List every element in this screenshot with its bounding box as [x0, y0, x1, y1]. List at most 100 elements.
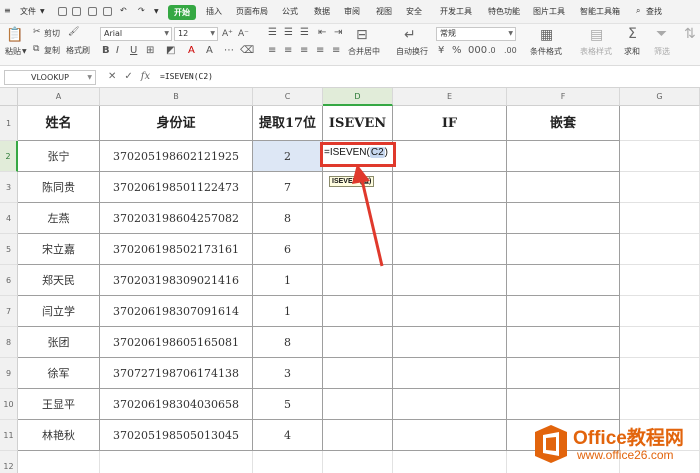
empty-cell[interactable] [323, 389, 393, 420]
increase-font-icon[interactable]: A⁺ [222, 29, 233, 39]
chevron-down-icon[interactable]: ▼ [22, 48, 27, 55]
wrap-text-icon[interactable]: ↵ [404, 28, 416, 42]
increase-decimal-icon[interactable]: .0 [488, 46, 496, 56]
sum-button[interactable]: 求和 [624, 46, 640, 57]
table-style-button[interactable]: 表格样式 [580, 46, 612, 57]
empty-cell[interactable] [323, 234, 393, 265]
empty-cell[interactable] [620, 234, 700, 265]
wrap-text-button[interactable]: 自动换行 [396, 46, 428, 57]
empty-cell[interactable] [507, 141, 620, 172]
digit-cell[interactable]: 1 [253, 296, 323, 327]
empty-cell[interactable] [100, 451, 253, 473]
id-cell[interactable]: 370206198304030658 [100, 389, 253, 420]
digit-cell[interactable]: 6 [253, 234, 323, 265]
column-header-g[interactable]: G [620, 88, 700, 106]
empty-cell[interactable] [393, 296, 507, 327]
digit-cell[interactable]: 8 [253, 327, 323, 358]
header-cell-nested[interactable]: 嵌套 [507, 106, 620, 141]
id-cell[interactable]: 370206198502173161 [100, 234, 253, 265]
tab-data[interactable]: 数据 [314, 6, 330, 17]
empty-cell[interactable] [323, 451, 393, 473]
row-header-9[interactable]: 9 [0, 358, 18, 389]
empty-cell[interactable] [620, 389, 700, 420]
table-style-icon[interactable]: ▤ [590, 28, 603, 42]
fill-color-icon[interactable]: ◩ [166, 46, 175, 56]
digit-cell[interactable]: 3 [253, 358, 323, 389]
empty-cell[interactable] [323, 296, 393, 327]
empty-cell[interactable] [393, 141, 507, 172]
tab-review[interactable]: 审阅 [344, 6, 360, 17]
empty-cell[interactable] [507, 296, 620, 327]
header-cell-iseven[interactable]: ISEVEN [323, 106, 393, 141]
number-format-select[interactable]: 常规 ▼ [436, 27, 516, 41]
align-top-icon[interactable]: ☰ [268, 28, 277, 38]
empty-cell[interactable] [393, 420, 507, 451]
preview-icon[interactable] [103, 7, 112, 16]
row-header-11[interactable]: 11 [0, 420, 18, 451]
select-all-corner[interactable] [0, 88, 18, 106]
empty-cell[interactable] [620, 172, 700, 203]
file-menu[interactable]: 文件 [20, 6, 36, 17]
decrease-decimal-icon[interactable]: .00 [504, 46, 517, 56]
empty-cell[interactable] [393, 234, 507, 265]
name-cell[interactable]: 左燕 [18, 203, 100, 234]
empty-cell[interactable] [253, 451, 323, 473]
digit-cell[interactable]: 7 [253, 172, 323, 203]
tab-formulas[interactable]: 公式 [282, 6, 298, 17]
empty-cell[interactable] [507, 234, 620, 265]
tab-developer[interactable]: 开发工具 [440, 6, 472, 17]
row-header-8[interactable]: 8 [0, 327, 18, 358]
name-cell[interactable]: 徐军 [18, 358, 100, 389]
format-painter-button[interactable]: 格式刷 [66, 45, 90, 56]
row-header-10[interactable]: 10 [0, 389, 18, 420]
empty-cell[interactable] [620, 327, 700, 358]
column-header-e[interactable]: E [393, 88, 507, 106]
redo-icon[interactable]: ↷ [138, 6, 145, 15]
id-cell[interactable]: 370203198309021416 [100, 265, 253, 296]
name-cell[interactable]: 林艳秋 [18, 420, 100, 451]
digit-cell[interactable]: 1 [253, 265, 323, 296]
tab-special-features[interactable]: 特色功能 [488, 6, 520, 17]
empty-cell[interactable] [323, 420, 393, 451]
paste-button[interactable]: 粘贴 [5, 46, 21, 57]
save-icon[interactable] [58, 7, 67, 16]
header-cell-id[interactable]: 身份证 [100, 106, 253, 141]
name-cell[interactable]: 郑天民 [18, 265, 100, 296]
cut-icon[interactable]: ✂ [33, 27, 41, 37]
empty-cell[interactable] [620, 141, 700, 172]
indent-left-icon[interactable]: ⇤ [318, 28, 326, 38]
font-size-select[interactable]: 12 ▼ [174, 27, 218, 41]
confirm-icon[interactable]: ✓ [124, 71, 132, 82]
name-cell[interactable]: 宋立嘉 [18, 234, 100, 265]
column-header-b[interactable]: B [100, 88, 253, 106]
tab-home[interactable]: 开始 [168, 5, 196, 20]
digit-cell[interactable]: 8 [253, 203, 323, 234]
tab-page-layout[interactable]: 页面布局 [236, 6, 268, 17]
undo-icon[interactable]: ↶ [120, 6, 127, 15]
chevron-down-icon[interactable]: ▼ [40, 8, 45, 15]
row-header-4[interactable]: 4 [0, 203, 18, 234]
fx-icon[interactable]: fx [141, 71, 150, 82]
align-middle-icon[interactable]: ☰ [284, 28, 293, 38]
id-cell[interactable]: 370206198605165081 [100, 327, 253, 358]
empty-cell[interactable] [507, 358, 620, 389]
empty-cell[interactable] [393, 389, 507, 420]
align-bottom-icon[interactable]: ☰ [300, 28, 309, 38]
empty-cell[interactable] [393, 327, 507, 358]
search-icon[interactable]: ⌕ [636, 6, 640, 16]
column-header-a[interactable]: A [18, 88, 100, 106]
formula-edit-cell[interactable]: =ISEVEN(C2) [320, 142, 396, 167]
tab-insert[interactable]: 插入 [206, 6, 222, 17]
row-header-12[interactable]: 12 [0, 451, 18, 473]
name-cell[interactable]: 张宁 [18, 141, 100, 172]
filter-button[interactable]: 筛选 [654, 46, 670, 57]
cancel-icon[interactable]: ✕ [108, 71, 116, 82]
empty-cell[interactable] [507, 327, 620, 358]
align-right-icon[interactable]: ≡ [300, 46, 308, 56]
empty-cell[interactable] [393, 203, 507, 234]
font-style-icon[interactable]: A [206, 46, 213, 56]
thousands-icon[interactable]: 000 [468, 46, 487, 56]
more-font-icon[interactable]: ⋯ [224, 46, 234, 56]
name-cell[interactable]: 王显平 [18, 389, 100, 420]
align-left-icon[interactable]: ≡ [268, 46, 276, 56]
